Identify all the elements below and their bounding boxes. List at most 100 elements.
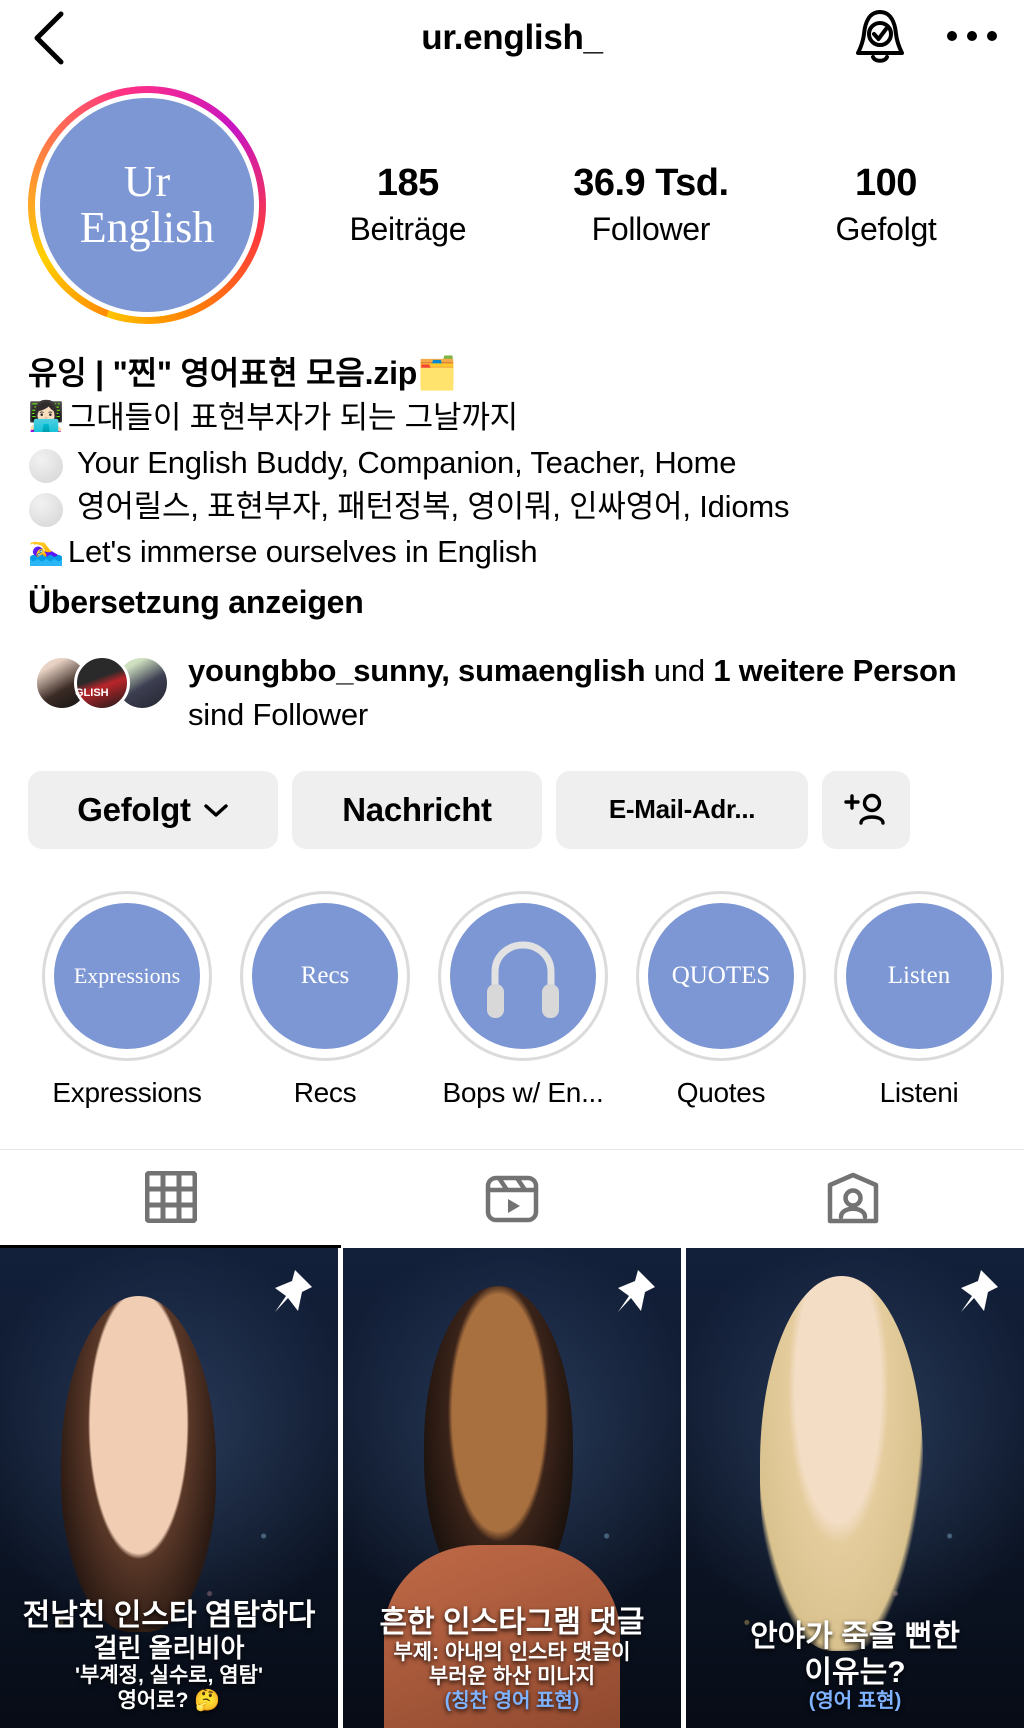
highlight-expressions[interactable]: Expressions Expressions xyxy=(42,890,212,1109)
stat-following[interactable]: 100 Gefolgt xyxy=(835,162,936,248)
highlight-cover: QUOTES xyxy=(636,890,806,1061)
stat-posts-value: 185 xyxy=(376,162,439,204)
avatar-inner-border: Ur English xyxy=(35,93,259,317)
following-button-label: Gefolgt xyxy=(77,790,191,828)
tab-reels[interactable] xyxy=(341,1150,682,1248)
stat-followers-value: 36.9 Tsd. xyxy=(573,162,729,204)
pin-icon xyxy=(618,1269,655,1312)
highlight-cover-image xyxy=(450,902,596,1049)
chevron-left-icon xyxy=(34,11,64,65)
post-subject xyxy=(760,1276,923,1651)
post-subject xyxy=(60,1295,217,1632)
highlight-cover-text: Listen xyxy=(846,902,992,1049)
avatar[interactable]: Ur English xyxy=(28,86,266,324)
bio-line-2-text: Your English Buddy, Companion, Teacher, … xyxy=(77,444,737,480)
highlight-label: Expressions xyxy=(52,1076,202,1108)
grid-post[interactable]: 흔한 인스타그램 댓글 부제: 아내의 인스타 댓글이 부러운 하산 미나지 (… xyxy=(343,1247,681,1728)
followed-by-avatars xyxy=(34,649,170,711)
bio-display-name: 유잉 | "찐" 영어표현 모음.zip🗂️ xyxy=(28,350,998,396)
grid-icon xyxy=(144,1171,197,1224)
highlight-recs[interactable]: Recs Recs xyxy=(240,890,410,1109)
profile-bio: 유잉 | "찐" 영어표현 모음.zip🗂️ 👩🏻‍💻 그대들이 표현부자가 되… xyxy=(0,324,1024,625)
highlight-cover: Listen xyxy=(834,890,1004,1061)
bio-line-4-text: Let's immerse ourselves in English xyxy=(67,533,538,569)
story-highlights: Expressions Expressions Recs Recs Bops w… xyxy=(0,849,1024,1109)
card-index-emoji: 🗂️ xyxy=(417,355,457,391)
highlight-listening[interactable]: Listen Listeni xyxy=(834,890,1004,1109)
highlight-label: Recs xyxy=(293,1076,357,1108)
pin-icon xyxy=(275,1269,312,1312)
bio-line-2: Your English Buddy, Companion, Teacher, … xyxy=(28,441,998,486)
avatar-image: Ur English xyxy=(40,98,254,312)
highlight-cover-text: Expressions xyxy=(54,902,200,1049)
avatar xyxy=(74,654,130,711)
tab-tagged[interactable] xyxy=(683,1150,1024,1248)
post-caption: 전남친 인스타 염탐하다 걸린 올리비아 '부계정, 실수로, 염탐' 영어로?… xyxy=(0,1598,338,1714)
email-button-label: E-Mail-Adr... xyxy=(608,794,756,825)
more-options-button[interactable] xyxy=(946,27,998,50)
post-caption: 안야가 죽을 뻔한 이유는? (영어 표현) xyxy=(686,1619,1024,1713)
post-caption-line-2: 부제: 아내의 인스타 댓글이 xyxy=(393,1640,631,1664)
post-caption-line-2: 이유는? xyxy=(804,1655,906,1689)
chevron-down-icon xyxy=(203,803,228,817)
email-button[interactable]: E-Mail-Adr... xyxy=(556,770,808,849)
headphones-icon xyxy=(487,941,559,1018)
profile-stats: 185 Beiträge 36.9 Tsd. Follower 100 Gefo… xyxy=(266,162,996,248)
post-caption-line-4: 영어로? 🤔 xyxy=(117,1688,221,1712)
stat-following-label: Gefolgt xyxy=(835,211,937,247)
highlight-bops[interactable]: Bops w/ En... xyxy=(438,890,608,1109)
message-button-label: Nachricht xyxy=(342,790,492,828)
post-caption-line-4: (칭찬 영어 표현) xyxy=(444,1690,580,1713)
post-caption-line-1: 흔한 인스타그램 댓글 xyxy=(379,1606,645,1640)
highlight-cover xyxy=(438,890,608,1061)
bio-line-4: 🏊‍♀️ Let's immerse ourselves in English xyxy=(28,530,998,575)
tab-posts[interactable] xyxy=(0,1150,342,1248)
highlight-quotes[interactable]: QUOTES Quotes xyxy=(636,890,806,1109)
post-caption-line-1: 안야가 죽을 뻔한 xyxy=(750,1620,960,1654)
highlight-cover-text: QUOTES xyxy=(648,902,794,1049)
swimmer-emoji: 🏊‍♀️ xyxy=(28,534,64,567)
bullet-dot-icon xyxy=(29,448,63,483)
profile-tabs xyxy=(0,1148,1024,1248)
posts-grid: 전남친 인스타 염탐하다 걸린 올리비아 '부계정, 실수로, 염탐' 영어로?… xyxy=(0,1247,1024,1728)
followed-by-text: youngbbo_sunny, sumaenglish und 1 weiter… xyxy=(188,649,998,737)
woman-technologist-emoji: 👩🏻‍💻 xyxy=(28,401,64,434)
highlight-cover-text: Recs xyxy=(252,902,398,1049)
stat-followers[interactable]: 36.9 Tsd. Follower xyxy=(573,162,729,248)
avatar-text-line2: English xyxy=(79,203,215,252)
post-caption: 흔한 인스타그램 댓글 부제: 아내의 인스타 댓글이 부러운 하산 미나지 (… xyxy=(343,1605,681,1714)
profile-actions: Gefolgt Nachricht E-Mail-Adr... xyxy=(0,737,1024,849)
followed-by-names: youngbbo_sunny, sumaenglish xyxy=(188,652,646,688)
tagged-icon xyxy=(828,1172,879,1223)
bio-line-1: 👩🏻‍💻 그대들이 표현부자가 되는 그날까지 xyxy=(28,396,998,441)
top-bar: ur.english_ xyxy=(0,0,1024,76)
grid-post[interactable]: 안야가 죽을 뻔한 이유는? (영어 표현) xyxy=(686,1247,1024,1728)
highlight-label: Quotes xyxy=(676,1076,766,1108)
bio-line-1-text: 그대들이 표현부자가 되는 그날까지 xyxy=(67,400,518,436)
post-caption-line-3: 부러운 하산 미나지 xyxy=(428,1665,596,1689)
following-button[interactable]: Gefolgt xyxy=(28,770,278,849)
avatar-text-line1: Ur xyxy=(123,156,171,206)
bio-line-3-text: 영어릴스, 표현부자, 패턴정복, 영이뭐, 인싸영어, Idioms xyxy=(77,489,790,525)
highlight-label: Bops w/ En... xyxy=(442,1076,604,1108)
stat-following-value: 100 xyxy=(855,162,917,204)
post-caption-line-2: 걸린 올리비아 xyxy=(93,1633,245,1664)
post-caption-line-3: '부계정, 실수로, 염탐' xyxy=(75,1664,263,1688)
bio-line-3: 영어릴스, 표현부자, 패턴정복, 영이뭐, 인싸영어, Idioms xyxy=(28,485,998,530)
bullet-dot-icon xyxy=(29,493,63,528)
profile-header: Ur English 185 Beiträge 36.9 Tsd. Follow… xyxy=(0,76,1024,324)
notification-button[interactable] xyxy=(852,7,908,70)
bio-display-name-text: 유잉 | "찐" 영어표현 모음.zip xyxy=(28,355,418,391)
message-button[interactable]: Nachricht xyxy=(292,770,542,849)
show-translation-link[interactable]: Übersetzung anzeigen xyxy=(28,579,998,625)
stat-posts[interactable]: 185 Beiträge xyxy=(349,162,466,248)
stat-followers-label: Follower xyxy=(591,211,711,247)
followed-by-row[interactable]: youngbbo_sunny, sumaenglish und 1 weiter… xyxy=(0,625,1024,737)
add-person-button[interactable] xyxy=(822,770,910,849)
bell-check-icon xyxy=(856,9,904,63)
followed-by-suffix: sind Follower xyxy=(188,696,369,732)
highlight-cover: Recs xyxy=(240,890,410,1061)
grid-post[interactable]: 전남친 인스타 염탐하다 걸린 올리비아 '부계정, 실수로, 염탐' 영어로?… xyxy=(0,1247,338,1728)
highlight-label: Listeni xyxy=(879,1076,959,1108)
back-button[interactable] xyxy=(26,11,70,65)
